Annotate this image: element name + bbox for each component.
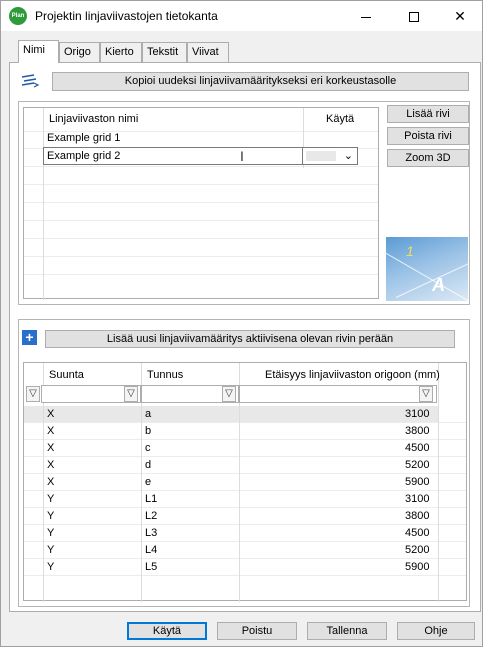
tab-tekstit[interactable]: Tekstit bbox=[142, 42, 187, 62]
row-direction: Y bbox=[47, 510, 55, 522]
filter-icon[interactable]: ▽ bbox=[419, 386, 433, 402]
row-direction: Y bbox=[47, 493, 55, 505]
row-distance: 4500 bbox=[405, 442, 430, 454]
row-distance: 3100 bbox=[405, 408, 430, 420]
chevron-down-icon: ⌄ bbox=[343, 150, 353, 162]
row-distance: 5200 bbox=[405, 544, 430, 556]
row-id: L3 bbox=[145, 527, 158, 539]
row-id: e bbox=[145, 476, 152, 488]
help-button[interactable]: Ohje bbox=[397, 622, 475, 640]
row-distance: 3800 bbox=[405, 510, 430, 522]
preview-label-top: 1 bbox=[406, 243, 414, 259]
column-header-use: Käytä bbox=[326, 113, 355, 125]
close-icon: ✕ bbox=[454, 8, 466, 24]
close-button[interactable]: ✕ bbox=[437, 1, 483, 31]
maximize-icon bbox=[409, 12, 419, 23]
minimize-button[interactable] bbox=[343, 1, 389, 31]
row-distance: 4500 bbox=[405, 527, 430, 539]
filter-distance-input[interactable] bbox=[239, 385, 437, 403]
row-direction: Y bbox=[47, 527, 55, 539]
filter-icon[interactable]: ▽ bbox=[26, 386, 40, 402]
tab-viivat[interactable]: Viivat bbox=[187, 42, 229, 62]
apply-button[interactable]: Käytä bbox=[127, 622, 207, 640]
preview-label-bottom: A bbox=[432, 275, 445, 295]
app-logo-icon: Plan bbox=[9, 7, 27, 25]
maximize-button[interactable] bbox=[391, 1, 437, 31]
copy-to-level-button[interactable]: Kopioi uudeksi linjaviivamääritykseksi e… bbox=[52, 72, 469, 91]
add-grid-line-button[interactable]: Lisää uusi linjaviivamääritys aktiivisen… bbox=[45, 330, 455, 348]
row-direction: X bbox=[47, 459, 55, 471]
column-header-direction: Suunta bbox=[49, 369, 84, 381]
add-plus-icon[interactable]: + bbox=[22, 330, 37, 345]
column-header-distance: Etäisyys linjaviivaston origoon (mm) bbox=[265, 369, 440, 381]
use-combobox-value bbox=[306, 151, 336, 161]
tab-origo[interactable]: Origo bbox=[59, 42, 100, 62]
row-id: d bbox=[145, 459, 152, 471]
row-direction: X bbox=[47, 476, 55, 488]
row-direction: X bbox=[47, 442, 55, 454]
window-title: Projektin linjaviivastojen tietokanta bbox=[35, 9, 218, 23]
tab-kierto[interactable]: Kierto bbox=[100, 42, 142, 62]
row-id: c bbox=[145, 442, 151, 454]
filter-icon[interactable]: ▽ bbox=[124, 386, 138, 402]
row-id: L4 bbox=[145, 544, 158, 556]
text-cursor-icon: I bbox=[240, 148, 244, 164]
row-id: L5 bbox=[145, 561, 158, 573]
grid-name-row-1[interactable]: Example grid 1 bbox=[47, 132, 120, 144]
copy-level-icon bbox=[21, 74, 40, 88]
row-distance: 5900 bbox=[405, 476, 430, 488]
row-direction: X bbox=[47, 408, 55, 420]
zoom-3d-button[interactable]: Zoom 3D bbox=[387, 149, 469, 167]
grid-name-edit-field[interactable]: Example grid 2 bbox=[43, 147, 303, 165]
remove-row-button[interactable]: Poista rivi bbox=[387, 127, 469, 145]
row-distance: 3800 bbox=[405, 425, 430, 437]
filter-icon[interactable]: ▽ bbox=[222, 386, 236, 402]
use-combobox[interactable]: ⌄ bbox=[302, 147, 358, 165]
row-distance: 5200 bbox=[405, 459, 430, 471]
row-distance: 3100 bbox=[405, 493, 430, 505]
row-direction: X bbox=[47, 425, 55, 437]
selected-row-highlight bbox=[24, 406, 438, 422]
row-direction: Y bbox=[47, 561, 55, 573]
tab-nimi[interactable]: Nimi bbox=[18, 40, 59, 63]
row-id: L1 bbox=[145, 493, 158, 505]
grid-preview-image: 1 A bbox=[386, 237, 468, 301]
row-id: a bbox=[145, 408, 152, 420]
row-id: b bbox=[145, 425, 152, 437]
add-row-button[interactable]: Lisää rivi bbox=[387, 105, 469, 123]
title-bar[interactable]: Plan Projektin linjaviivastojen tietokan… bbox=[1, 1, 482, 31]
grid-name-row-2: Example grid 2 bbox=[47, 150, 121, 162]
row-distance: 5900 bbox=[405, 561, 430, 573]
row-id: L2 bbox=[145, 510, 158, 522]
column-header-name: Linjaviivaston nimi bbox=[49, 113, 139, 125]
save-button[interactable]: Tallenna bbox=[307, 622, 387, 640]
dialog-window: Plan Projektin linjaviivastojen tietokan… bbox=[0, 0, 483, 647]
row-direction: Y bbox=[47, 544, 55, 556]
column-header-id: Tunnus bbox=[147, 369, 184, 381]
minimize-icon bbox=[361, 16, 371, 18]
exit-button[interactable]: Poistu bbox=[217, 622, 297, 640]
